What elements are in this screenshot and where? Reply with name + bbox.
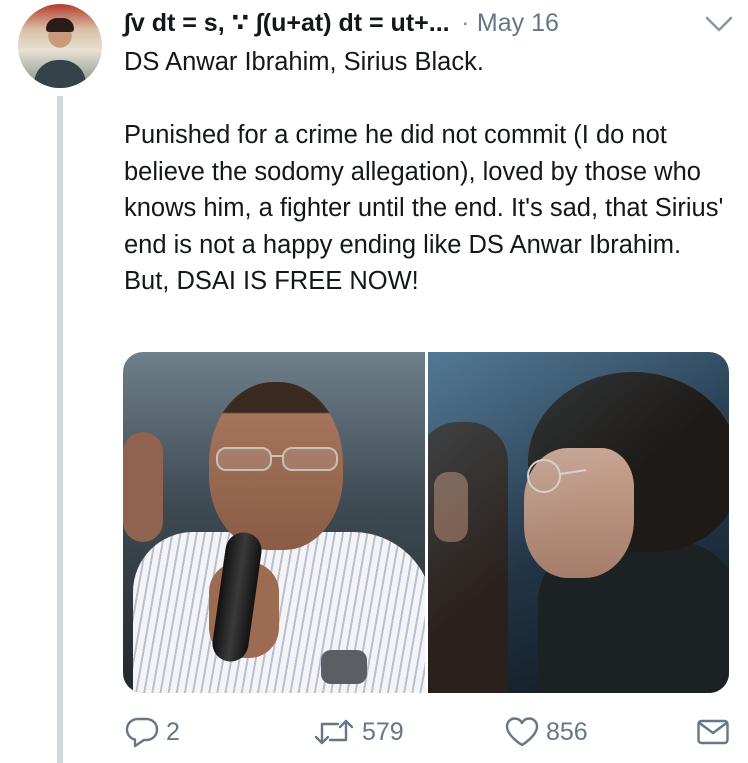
separator-dot: · — [461, 10, 469, 35]
wristwatch-shape — [321, 650, 367, 684]
avatar-hair — [46, 18, 74, 32]
thread-line — [57, 96, 63, 763]
media-grid — [123, 352, 729, 693]
direct-message-button[interactable] — [696, 712, 730, 752]
retweet-icon — [312, 715, 356, 749]
media-photo-left[interactable] — [123, 352, 425, 693]
tweet-text: DS Anwar Ibrahim, Sirius Black. Punished… — [124, 48, 724, 295]
mail-icon — [696, 715, 730, 749]
retweet-count: 579 — [362, 717, 404, 746]
heart-icon — [504, 715, 540, 749]
avatar[interactable] — [18, 4, 102, 88]
reply-button[interactable]: 2 — [124, 712, 180, 752]
reply-icon — [124, 715, 160, 749]
like-count: 856 — [546, 717, 588, 746]
striped-shirt — [133, 532, 425, 693]
tweet-actions: 2 579 856 — [124, 712, 730, 752]
like-button[interactable]: 856 — [504, 712, 588, 752]
avatar-body — [34, 60, 86, 88]
retweet-button[interactable]: 579 — [312, 712, 404, 752]
glasses-shape — [216, 447, 338, 471]
tweet-date[interactable]: May 16 — [477, 9, 559, 38]
media-photo-right[interactable] — [428, 352, 729, 693]
chevron-down-icon[interactable] — [704, 10, 734, 36]
reply-count: 2 — [166, 717, 180, 746]
light-overlay — [428, 352, 729, 693]
raised-fist — [123, 432, 163, 542]
display-name[interactable]: ∫v dt = s, ∵ ∫(u+at) dt = ut+... — [124, 8, 450, 38]
tweet-header: ∫v dt = s, ∵ ∫(u+at) dt = ut+... · May 1… — [124, 6, 734, 40]
